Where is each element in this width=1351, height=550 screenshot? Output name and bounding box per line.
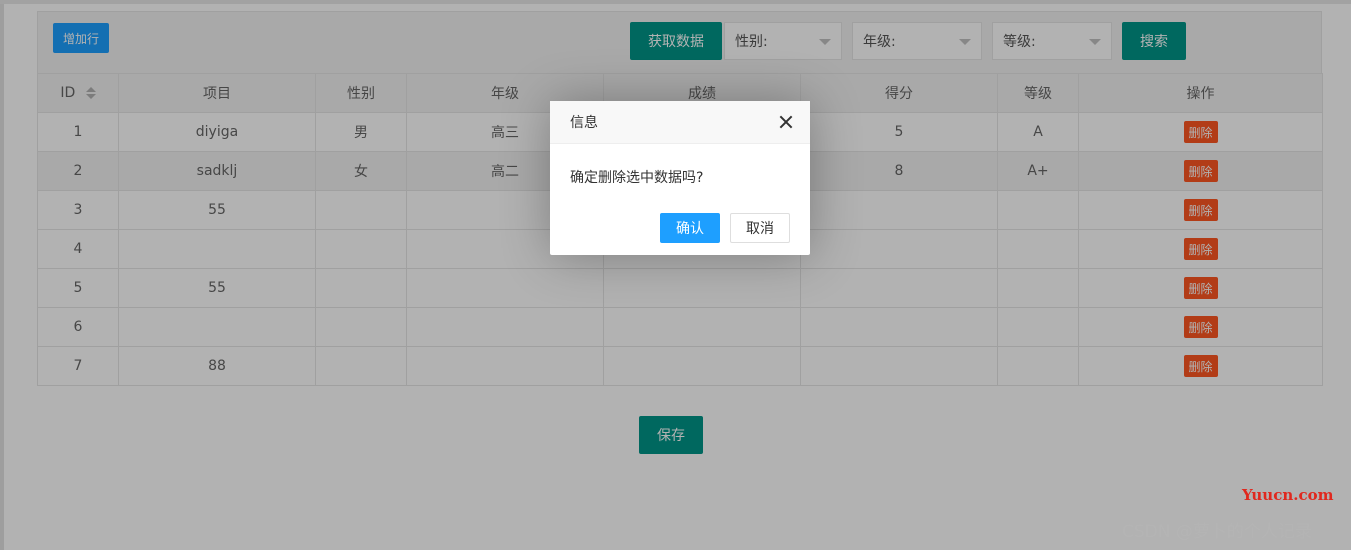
dialog-header: 信息 — [550, 101, 810, 144]
confirm-dialog: 信息 确定删除选中数据吗? 确认 取消 — [550, 101, 810, 255]
close-icon[interactable] — [778, 114, 794, 130]
site-watermark: Yuucn.com — [1242, 486, 1334, 504]
dialog-title: 信息 — [570, 115, 598, 131]
cancel-button[interactable]: 取消 — [730, 213, 790, 243]
confirm-button[interactable]: 确认 — [660, 213, 720, 243]
dialog-message: 确定删除选中数据吗? — [570, 170, 704, 186]
csdn-watermark: CSDN @萝卜的个人记录 — [1122, 522, 1312, 542]
modal-overlay[interactable] — [0, 0, 1351, 550]
